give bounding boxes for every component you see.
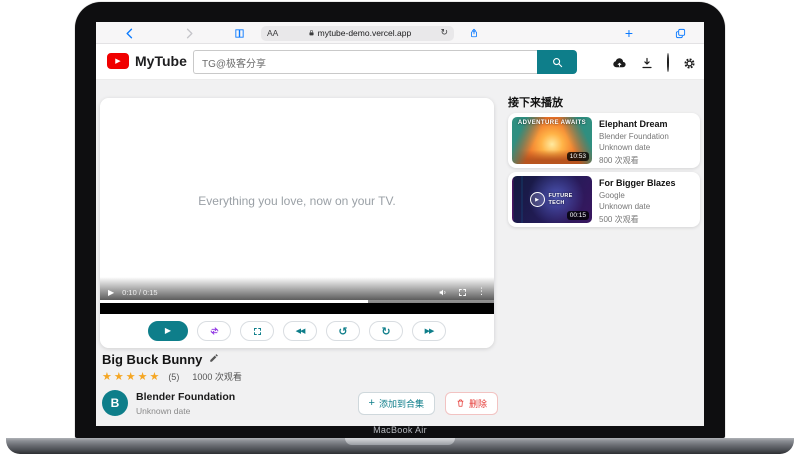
expand-icon — [253, 327, 262, 336]
brand-name: MyTube — [135, 53, 187, 69]
duration-badge: 00:15 — [567, 211, 589, 220]
thumbnail-caption: ADVENTURE AWAITS — [512, 120, 592, 126]
thumbnail-caption: FUTURE TECH — [549, 193, 575, 206]
reload-button[interactable]: ↻ — [440, 28, 448, 38]
tabs-overview-button[interactable] — [672, 22, 688, 44]
fullscreen-button[interactable] — [240, 321, 274, 341]
browser-window: AA mytube-demo.vercel.app ↻ + — [96, 22, 704, 426]
back-button[interactable] — [122, 22, 136, 44]
seek-forward-button[interactable]: ↻ — [369, 321, 403, 341]
up-next-title[interactable]: Elephant Dream — [599, 119, 669, 129]
up-next-views: 800 次观看 — [599, 155, 669, 166]
search-input[interactable] — [193, 50, 537, 74]
laptop-base — [6, 438, 794, 454]
duration-badge: 10:53 — [567, 152, 589, 161]
rating-row: ★★★★★ (5) 1000 次观看 — [102, 370, 242, 383]
channel-row: B Blender Foundation Unknown date + 添加到合… — [102, 390, 498, 416]
upload-date: Unknown date — [136, 406, 235, 416]
up-next-item[interactable]: ADVENTURE AWAITS 10:53 Elephant Dream Bl… — [508, 113, 700, 168]
up-next-heading: 接下来播放 — [508, 94, 563, 110]
up-next-title[interactable]: For Bigger Blazes — [599, 178, 676, 188]
theme-toggle-button[interactable] — [667, 54, 669, 72]
laptop-base-notch — [345, 438, 455, 445]
video-thumbnail[interactable]: ▶ FUTURE TECH 00:15 — [512, 176, 592, 223]
channel-avatar[interactable]: B — [102, 390, 128, 416]
new-tab-button[interactable]: + — [622, 22, 636, 44]
search-button[interactable] — [537, 50, 577, 74]
view-count: 1000 次观看 — [192, 370, 242, 383]
bookmarks-button[interactable] — [231, 22, 247, 44]
video-bottom-strip — [100, 303, 494, 314]
star-rating[interactable]: ★★★★★ — [102, 370, 161, 383]
player-message: Everything you love, now on your TV. — [100, 194, 494, 208]
upload-button[interactable] — [612, 57, 627, 69]
player-menu-icon[interactable]: ⋮ — [477, 288, 486, 297]
up-next-channel: Google — [599, 191, 676, 200]
download-button[interactable] — [641, 57, 653, 69]
share-icon — [469, 27, 479, 39]
channel-name[interactable]: Blender Foundation — [136, 391, 235, 403]
laptop-screen-bezel: AA mytube-demo.vercel.app ↻ + — [75, 2, 725, 438]
up-next-date: Unknown date — [599, 143, 669, 152]
rating-count: (5) — [168, 372, 179, 382]
volume-icon[interactable] — [438, 288, 448, 297]
share-button[interactable] — [467, 22, 481, 44]
book-icon — [234, 28, 245, 39]
up-next-channel: Blender Foundation — [599, 132, 669, 141]
lock-icon — [308, 29, 315, 37]
edit-title-button[interactable] — [209, 350, 219, 368]
loop-button[interactable] — [197, 321, 231, 341]
reader-aa-button[interactable]: AA — [267, 28, 278, 38]
plus-icon: + — [369, 398, 375, 409]
up-next-item[interactable]: ▶ FUTURE TECH 00:15 For Bigger Blazes Go… — [508, 172, 700, 227]
up-next-views: 500 次观看 — [599, 214, 676, 225]
rewind-button[interactable]: ◀◀ — [283, 321, 317, 341]
video-title: Big Buck Bunny — [102, 352, 202, 367]
player-time-display: 0:10 / 0:15 — [122, 288, 157, 297]
add-to-collection-button[interactable]: + 添加到合集 — [358, 392, 435, 415]
theme-toggle-icon — [667, 53, 669, 72]
forward-button[interactable] — [183, 22, 197, 44]
device-label: MacBook Air — [75, 425, 725, 435]
play-button[interactable]: ▶ — [148, 321, 188, 341]
tabs-icon — [675, 28, 686, 39]
video-player-card: Everything you love, now on your TV. ▶ 0… — [100, 98, 494, 348]
loop-icon — [209, 326, 220, 336]
delete-button[interactable]: 删除 — [445, 392, 498, 415]
video-thumbnail[interactable]: ADVENTURE AWAITS 10:53 — [512, 117, 592, 164]
main-content: Everything you love, now on your TV. ▶ 0… — [96, 80, 704, 426]
player-play-button[interactable]: ▶ — [108, 288, 114, 297]
playback-controls: ▶ ◀◀ ↺ ↻ ▶▶ — [100, 314, 494, 348]
search-icon — [552, 57, 563, 68]
macbook-mockup: AA mytube-demo.vercel.app ↻ + — [0, 0, 800, 459]
seek-back-button[interactable]: ↺ — [326, 321, 360, 341]
settings-button[interactable] — [683, 57, 696, 70]
gear-icon — [683, 57, 696, 70]
up-next-date: Unknown date — [599, 202, 676, 211]
player-fullscreen-icon[interactable] — [458, 288, 467, 297]
header-actions — [612, 54, 696, 72]
video-player[interactable]: Everything you love, now on your TV. ▶ 0… — [100, 98, 494, 314]
back-chevron-icon — [125, 28, 133, 39]
url-text: mytube-demo.vercel.app — [318, 28, 412, 38]
video-title-row: Big Buck Bunny — [102, 350, 219, 368]
mytube-logo[interactable]: ▶ MyTube — [107, 53, 187, 69]
cloud-upload-icon — [612, 57, 627, 69]
fast-forward-button[interactable]: ▶▶ — [412, 321, 446, 341]
trash-icon — [456, 398, 465, 408]
forward-chevron-icon — [186, 28, 194, 39]
mytube-logo-icon: ▶ — [107, 53, 129, 69]
play-circle-icon: ▶ — [530, 192, 545, 207]
browser-toolbar: AA mytube-demo.vercel.app ↻ + — [96, 22, 704, 44]
address-bar[interactable]: AA mytube-demo.vercel.app ↻ — [261, 26, 454, 41]
download-icon — [641, 57, 653, 69]
search-bar — [193, 50, 577, 74]
site-header: ▶ MyTube — [96, 44, 704, 80]
pencil-icon — [209, 353, 219, 363]
